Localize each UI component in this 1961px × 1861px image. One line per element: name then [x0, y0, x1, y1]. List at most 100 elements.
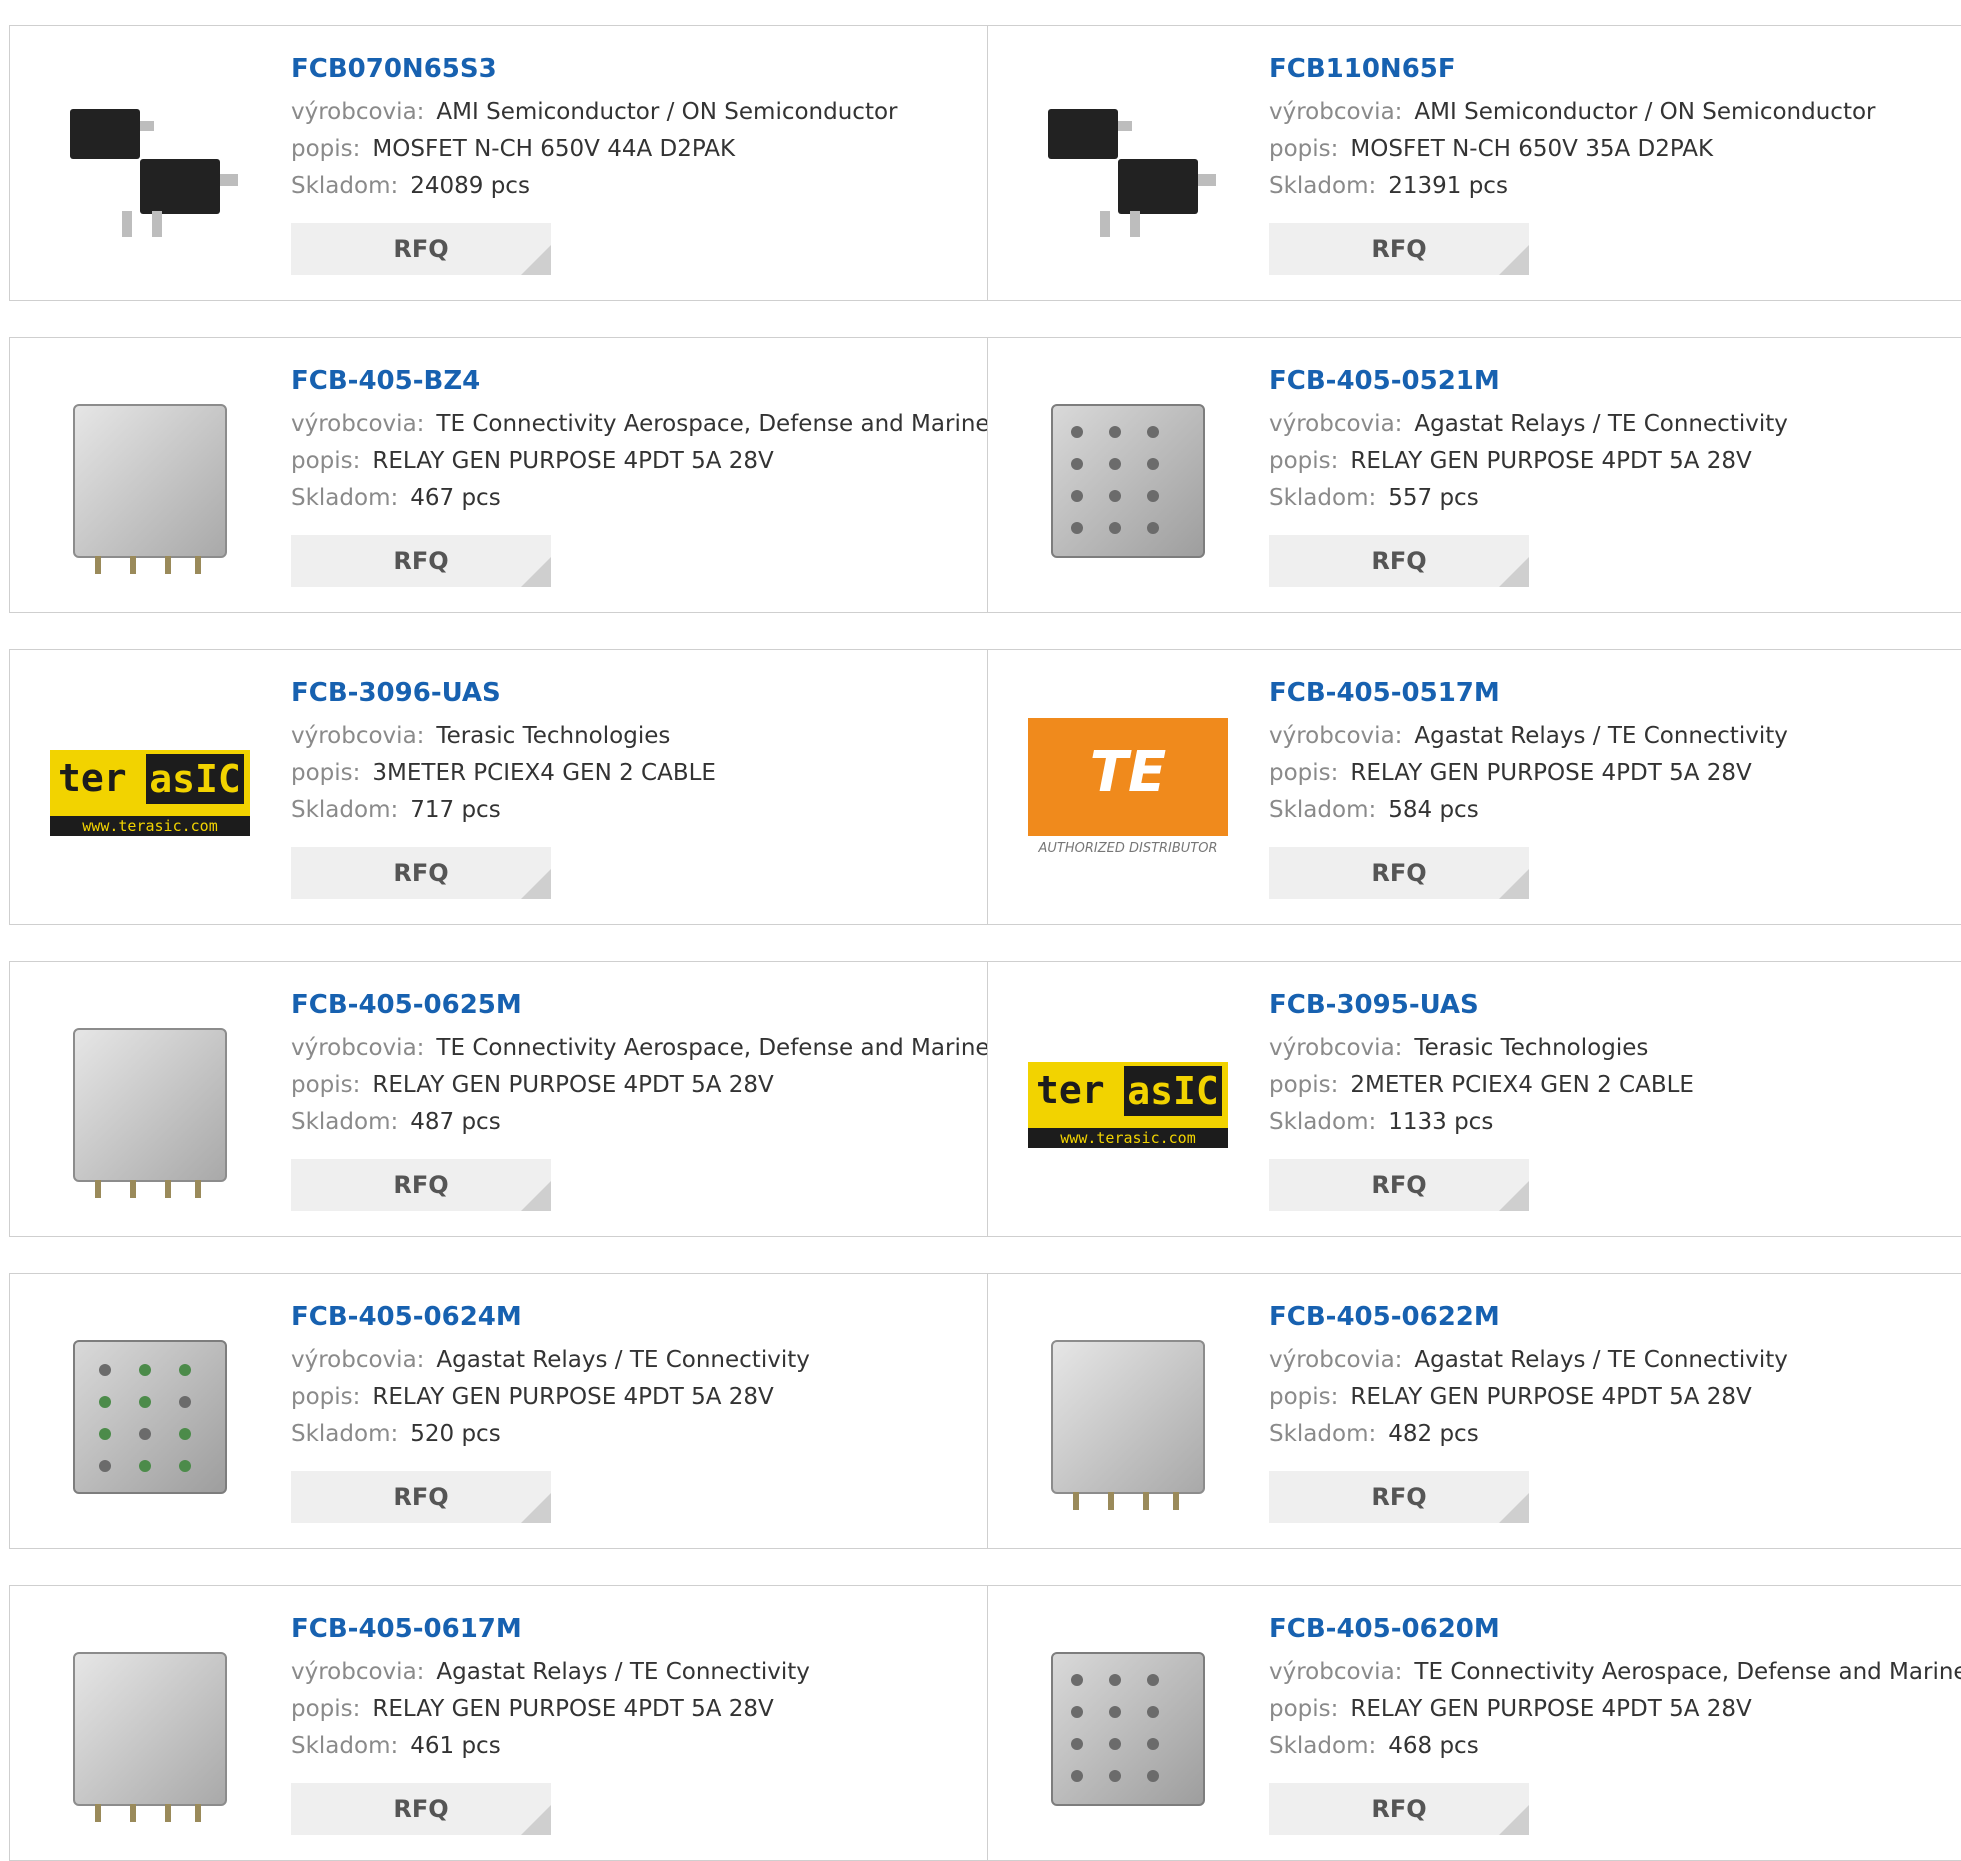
product-card: TE AUTHORIZED DISTRIBUTOR FCB-405-0517M výr… [987, 649, 1961, 925]
product-image[interactable]: TE AUTHORIZED DISTRIBUTOR [1028, 693, 1228, 893]
description-value: RELAY GEN PURPOSE 4PDT 5A 28V [1350, 1384, 1752, 1410]
product-image[interactable] [1028, 1317, 1228, 1517]
manufacturer-row: výrobcovia: Agastat Relays / TE Connectiv… [1269, 718, 1961, 755]
product-card: FCB-405-0622M výrobcovia: Agastat Relays /… [987, 1273, 1961, 1549]
description-row: popis: RELAY GEN PURPOSE 4PDT 5A 28V [1269, 1691, 1961, 1728]
rfq-button[interactable]: RFQ [1269, 1159, 1529, 1211]
stock-value: 21391 pcs [1388, 173, 1508, 199]
rfq-button[interactable]: RFQ [291, 1159, 551, 1211]
product-part-link[interactable]: FCB-3096-UAS [291, 678, 977, 708]
product-part-link[interactable]: FCB-405-0622M [1269, 1302, 1961, 1332]
manufacturer-label: výrobcovia: [291, 99, 425, 125]
description-value: MOSFET N-CH 650V 35A D2PAK [1350, 136, 1714, 162]
product-part-link[interactable]: FCB070N65S3 [291, 54, 977, 84]
description-row: popis: RELAY GEN PURPOSE 4PDT 5A 28V [1269, 755, 1961, 792]
product-card: ter asIC www.terasic.com FCB-3096-UAS výrobc… [9, 649, 988, 925]
manufacturer-value: Agastat Relays / TE Connectivity [1414, 723, 1788, 749]
manufacturer-label: výrobcovia: [1269, 1035, 1403, 1061]
mosfet-d2pak-icon [60, 99, 240, 239]
manufacturer-row: výrobcovia: Agastat Relays / TE Connectiv… [1269, 406, 1961, 443]
product-image[interactable] [1028, 381, 1228, 581]
product-image[interactable]: ter asIC www.terasic.com [50, 693, 250, 893]
manufacturer-value: TE Connectivity Aerospace, Defense and M… [436, 1035, 990, 1061]
product-part-link[interactable]: FCB-405-0624M [291, 1302, 977, 1332]
description-value: 3METER PCIEX4 GEN 2 CABLE [372, 760, 716, 786]
product-image[interactable] [50, 69, 250, 269]
rfq-button[interactable]: RFQ [291, 535, 551, 587]
manufacturer-label: výrobcovia: [1269, 411, 1403, 437]
description-value: RELAY GEN PURPOSE 4PDT 5A 28V [1350, 448, 1752, 474]
stock-row: Skladom: 520 pcs [291, 1416, 977, 1453]
rfq-button[interactable]: RFQ [1269, 847, 1529, 899]
rfq-button[interactable]: RFQ [291, 1783, 551, 1835]
stock-row: Skladom: 584 pcs [1269, 792, 1961, 829]
manufacturer-row: výrobcovia: TE Connectivity Aerospace, De… [1269, 1654, 1961, 1691]
description-label: popis: [291, 448, 361, 474]
manufacturer-row: výrobcovia: AMI Semiconductor / ON Semico… [1269, 94, 1961, 131]
product-info: FCB-405-0624M výrobcovia: Agastat Relays /… [291, 1302, 977, 1453]
product-info: FCB110N65F výrobcovia: AMI Semiconductor /… [1269, 54, 1961, 205]
manufacturer-label: výrobcovia: [291, 723, 425, 749]
product-info: FCB-405-BZ4 výrobcovia: TE Connectivity Ae… [291, 366, 990, 517]
product-image[interactable] [1028, 1629, 1228, 1829]
relay-pins-icon [1051, 404, 1205, 558]
product-part-link[interactable]: FCB-405-0620M [1269, 1614, 1961, 1644]
product-image[interactable] [1028, 69, 1228, 269]
product-info: FCB-3096-UAS výrobcovia: Terasic Technolog… [291, 678, 977, 829]
relay-icon [73, 404, 227, 574]
stock-row: Skladom: 467 pcs [291, 480, 977, 517]
product-image[interactable] [50, 381, 250, 581]
rfq-button[interactable]: RFQ [1269, 1471, 1529, 1523]
product-card: FCB-405-0624M výrobcovia: Agastat Relays /… [9, 1273, 988, 1549]
product-part-link[interactable]: FCB110N65F [1269, 54, 1961, 84]
description-value: RELAY GEN PURPOSE 4PDT 5A 28V [372, 448, 774, 474]
product-part-link[interactable]: FCB-3095-UAS [1269, 990, 1961, 1020]
stock-value: 468 pcs [1388, 1733, 1479, 1759]
product-info: FCB-405-0620M výrobcovia: TE Connectivity … [1269, 1614, 1961, 1765]
product-part-link[interactable]: FCB-405-0625M [291, 990, 977, 1020]
stock-label: Skladom: [291, 1109, 399, 1135]
product-image[interactable] [50, 1005, 250, 1205]
product-info: FCB-405-0625M výrobcovia: TE Connectivity … [291, 990, 990, 1141]
product-info: FCB-405-0521M výrobcovia: Agastat Relays /… [1269, 366, 1961, 517]
manufacturer-row: výrobcovia: Agastat Relays / TE Connectiv… [291, 1654, 977, 1691]
rfq-button[interactable]: RFQ [291, 847, 551, 899]
description-row: popis: RELAY GEN PURPOSE 4PDT 5A 28V [291, 1691, 977, 1728]
product-info: FCB-405-0517M výrobcovia: Agastat Relays /… [1269, 678, 1961, 829]
stock-label: Skladom: [1269, 1109, 1377, 1135]
description-row: popis: 3METER PCIEX4 GEN 2 CABLE [291, 755, 977, 792]
rfq-button[interactable]: RFQ [1269, 223, 1529, 275]
stock-row: Skladom: 487 pcs [291, 1104, 977, 1141]
rfq-button[interactable]: RFQ [291, 223, 551, 275]
product-card: FCB110N65F výrobcovia: AMI Semiconductor /… [987, 25, 1961, 301]
stock-label: Skladom: [291, 797, 399, 823]
stock-value: 461 pcs [410, 1733, 501, 1759]
description-row: popis: MOSFET N-CH 650V 35A D2PAK [1269, 131, 1961, 168]
product-part-link[interactable]: FCB-405-BZ4 [291, 366, 977, 396]
relay-pins-icon [1051, 1652, 1205, 1806]
rfq-button[interactable]: RFQ [1269, 1783, 1529, 1835]
product-info: FCB-3095-UAS výrobcovia: Terasic Technolog… [1269, 990, 1961, 1141]
description-label: popis: [291, 1696, 361, 1722]
description-row: popis: MOSFET N-CH 650V 44A D2PAK [291, 131, 977, 168]
description-value: MOSFET N-CH 650V 44A D2PAK [372, 136, 736, 162]
product-part-link[interactable]: FCB-405-0617M [291, 1614, 977, 1644]
product-image[interactable]: ter asIC www.terasic.com [1028, 1005, 1228, 1205]
description-value: RELAY GEN PURPOSE 4PDT 5A 28V [372, 1072, 774, 1098]
rfq-button[interactable]: RFQ [1269, 535, 1529, 587]
manufacturer-label: výrobcovia: [291, 411, 425, 437]
stock-label: Skladom: [291, 1733, 399, 1759]
product-part-link[interactable]: FCB-405-0521M [1269, 366, 1961, 396]
manufacturer-label: výrobcovia: [1269, 723, 1403, 749]
manufacturer-value: Agastat Relays / TE Connectivity [436, 1659, 810, 1685]
product-image[interactable] [50, 1629, 250, 1829]
description-row: popis: RELAY GEN PURPOSE 4PDT 5A 28V [291, 1067, 977, 1104]
stock-label: Skladom: [1269, 1733, 1377, 1759]
product-image[interactable] [50, 1317, 250, 1517]
product-part-link[interactable]: FCB-405-0517M [1269, 678, 1961, 708]
manufacturer-value: Terasic Technologies [1414, 1035, 1649, 1061]
rfq-button[interactable]: RFQ [291, 1471, 551, 1523]
description-row: popis: RELAY GEN PURPOSE 4PDT 5A 28V [291, 1379, 977, 1416]
description-row: popis: RELAY GEN PURPOSE 4PDT 5A 28V [291, 443, 977, 480]
description-value: RELAY GEN PURPOSE 4PDT 5A 28V [372, 1384, 774, 1410]
